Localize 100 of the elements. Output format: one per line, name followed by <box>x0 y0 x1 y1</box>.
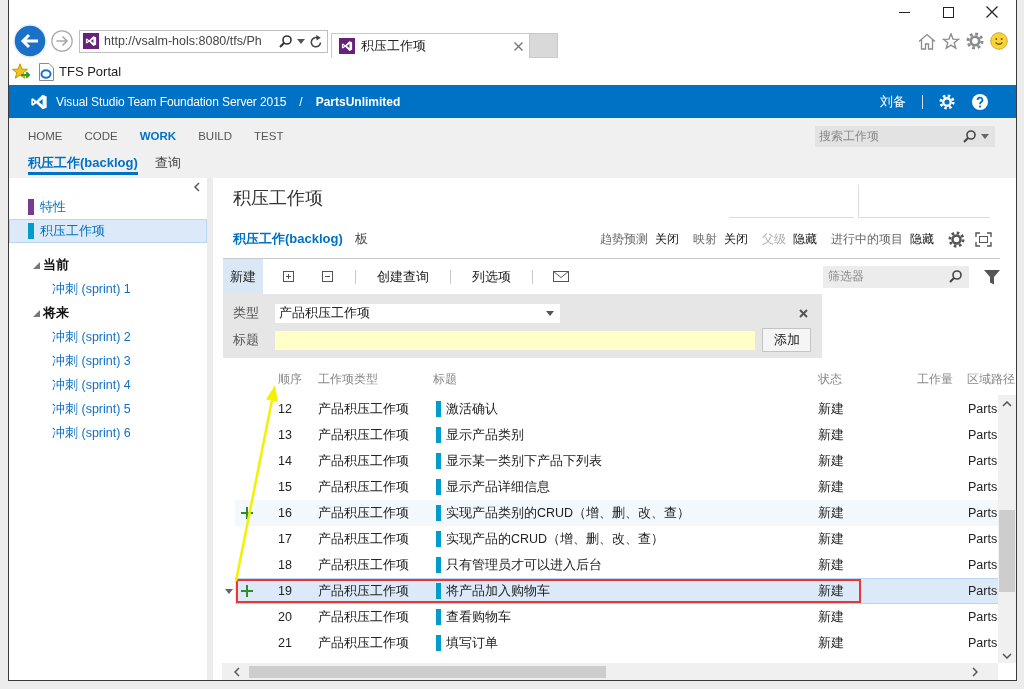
browser-tab[interactable]: 积压工作项 <box>331 33 530 58</box>
column-header[interactable]: 标题 <box>430 370 815 388</box>
subhub-tab[interactable]: 积压工作(backlog) <box>28 154 138 175</box>
view-tab[interactable]: 板 <box>354 230 368 248</box>
maximize-icon[interactable] <box>942 6 954 18</box>
table-cell[interactable]: 填写订单 <box>446 634 498 652</box>
toolbar-button[interactable]: 列选项 <box>465 259 518 294</box>
setting-toggle[interactable]: 关闭 <box>724 230 748 248</box>
table-row[interactable]: 18 产品积压工作项 只有管理员才可以进入后台 新建 Parts <box>235 552 998 578</box>
table-cell[interactable]: 显示某一类别下产品下列表 <box>446 452 602 470</box>
caret-icon[interactable] <box>297 38 305 44</box>
scrollbar-thumb[interactable] <box>999 510 1015 592</box>
favorite-link[interactable]: TFS Portal <box>59 64 122 79</box>
table-row[interactable]: 19 产品积压工作项 将产品加入购物车 新建 Parts <box>235 578 998 604</box>
sprint-link[interactable]: 冲刺 (sprint) 5 <box>9 397 207 421</box>
user-name[interactable]: 刘备 <box>880 92 906 111</box>
home-icon[interactable] <box>918 32 936 50</box>
back-icon[interactable] <box>13 24 47 58</box>
sprint-link[interactable]: 冲刺 (sprint) 1 <box>9 277 207 301</box>
group-header[interactable]: 当前 <box>9 253 207 277</box>
star-arrow-icon[interactable] <box>12 63 30 80</box>
title-input[interactable] <box>275 330 755 350</box>
table-cell[interactable]: 将产品加入购物车 <box>446 582 550 600</box>
view-tab[interactable]: 积压工作(backlog) <box>233 230 343 248</box>
table-row[interactable]: 20 产品积压工作项 查看购物车 新建 Parts <box>235 604 998 630</box>
hub-tab[interactable]: WORK <box>139 130 177 142</box>
horizontal-scrollbar[interactable] <box>222 663 998 680</box>
table-row[interactable]: 12 产品积压工作项 激活确认 新建 Parts <box>235 396 998 422</box>
table-row[interactable]: 16 产品积压工作项 实现产品类别的CRUD（增、删、改、查） 新建 Parts <box>235 500 998 526</box>
table-cell[interactable]: 显示产品详细信息 <box>446 478 550 496</box>
sidebar-item[interactable]: 特性 <box>9 195 207 219</box>
table-cell[interactable]: 查看购物车 <box>446 608 511 626</box>
chevron-left-icon[interactable] <box>234 666 240 677</box>
search-icon[interactable] <box>949 270 962 283</box>
help-icon[interactable] <box>972 93 988 110</box>
table-row[interactable]: 15 产品积压工作项 显示产品详细信息 新建 Parts <box>235 474 998 500</box>
star-icon[interactable] <box>942 32 960 50</box>
plus-square-icon[interactable] <box>283 271 294 282</box>
toolbar-button[interactable]: 创建查询 <box>370 259 436 294</box>
caret-icon[interactable] <box>981 133 989 139</box>
sprint-link[interactable]: 冲刺 (sprint) 2 <box>9 325 207 349</box>
sidebar-item[interactable]: 积压工作项 <box>9 219 207 243</box>
caret-icon[interactable] <box>225 588 233 594</box>
hub-tab[interactable]: CODE <box>84 130 118 142</box>
search-icon[interactable] <box>279 34 292 48</box>
sprint-link[interactable]: 冲刺 (sprint) 4 <box>9 373 207 397</box>
close-icon[interactable] <box>986 6 998 18</box>
hub-tab[interactable]: HOME <box>28 130 63 142</box>
subhub-tab[interactable]: 查询 <box>154 154 181 175</box>
fullscreen-icon[interactable] <box>975 231 992 247</box>
add-button[interactable]: 添加 <box>762 328 811 352</box>
table-cell[interactable]: 只有管理员才可以进入后台 <box>446 556 602 574</box>
chevron-up-icon[interactable] <box>1002 401 1012 407</box>
column-header[interactable]: 工作量 <box>915 370 965 388</box>
project-name[interactable]: PartsUnlimited <box>315 94 401 109</box>
table-row[interactable]: 13 产品积压工作项 显示产品类别 新建 Parts <box>235 422 998 448</box>
search-icon[interactable] <box>963 129 976 143</box>
minus-square-icon[interactable] <box>322 271 333 282</box>
product-name[interactable]: Visual Studio Team Foundation Server 2015 <box>56 94 287 109</box>
column-header[interactable]: 顺序 <box>275 370 315 388</box>
column-header[interactable]: 状态 <box>815 370 915 388</box>
table-cell[interactable]: 实现产品的CRUD（增、删、改、查） <box>446 530 665 548</box>
chevron-right-icon[interactable] <box>972 666 978 677</box>
settings-icon[interactable] <box>966 32 984 50</box>
scrollbar-thumb[interactable] <box>249 665 606 678</box>
column-header[interactable]: 工作项类型 <box>315 370 430 388</box>
table-cell-text: 新建 <box>817 452 845 470</box>
type-dropdown[interactable]: 产品积压工作项 <box>275 303 560 323</box>
vertical-scrollbar[interactable] <box>998 395 1016 663</box>
table-cell[interactable]: 显示产品类别 <box>446 426 524 444</box>
refresh-icon[interactable] <box>310 34 322 48</box>
column-header[interactable]: 区域路径 <box>965 370 1016 388</box>
plus-icon[interactable] <box>241 507 253 519</box>
settings-icon[interactable] <box>948 230 965 248</box>
triangle-icon[interactable] <box>33 309 40 317</box>
hub-tab[interactable]: TEST <box>254 130 284 142</box>
minimize-icon[interactable] <box>898 11 910 13</box>
toolbar-button[interactable]: 新建 <box>223 259 263 294</box>
setting-toggle[interactable]: 隐藏 <box>910 230 934 248</box>
chevron-left-icon[interactable] <box>194 181 200 192</box>
close-icon[interactable] <box>799 308 808 318</box>
chevron-down-icon[interactable] <box>1002 653 1012 659</box>
address-field[interactable]: http://vsalm-hols:8080/tfs/Ph <box>79 29 328 53</box>
table-row[interactable]: 14 产品积压工作项 显示某一类别下产品下列表 新建 Parts <box>235 448 998 474</box>
caret-icon[interactable] <box>546 310 554 316</box>
table-row[interactable]: 21 产品积压工作项 填写订单 新建 Parts <box>235 630 998 656</box>
envelope-icon[interactable] <box>553 271 569 282</box>
table-cell[interactable]: 实现产品类别的CRUD（增、删、改、查） <box>446 504 691 522</box>
filter-icon[interactable] <box>984 268 1000 285</box>
hub-tab[interactable]: BUILD <box>198 130 233 142</box>
table-cell[interactable]: 激活确认 <box>446 400 498 418</box>
logo-icon[interactable] <box>30 92 48 111</box>
group-header[interactable]: 将来 <box>9 301 207 325</box>
triangle-icon[interactable] <box>33 261 40 269</box>
plus-icon[interactable] <box>241 585 253 597</box>
sprint-link[interactable]: 冲刺 (sprint) 3 <box>9 349 207 373</box>
sprint-link[interactable]: 冲刺 (sprint) 6 <box>9 421 207 445</box>
table-row[interactable]: 17 产品积压工作项 实现产品的CRUD（增、删、改、查） 新建 Parts <box>235 526 998 552</box>
setting-toggle[interactable]: 关闭 <box>655 230 679 248</box>
smiley-icon[interactable] <box>990 32 1008 50</box>
